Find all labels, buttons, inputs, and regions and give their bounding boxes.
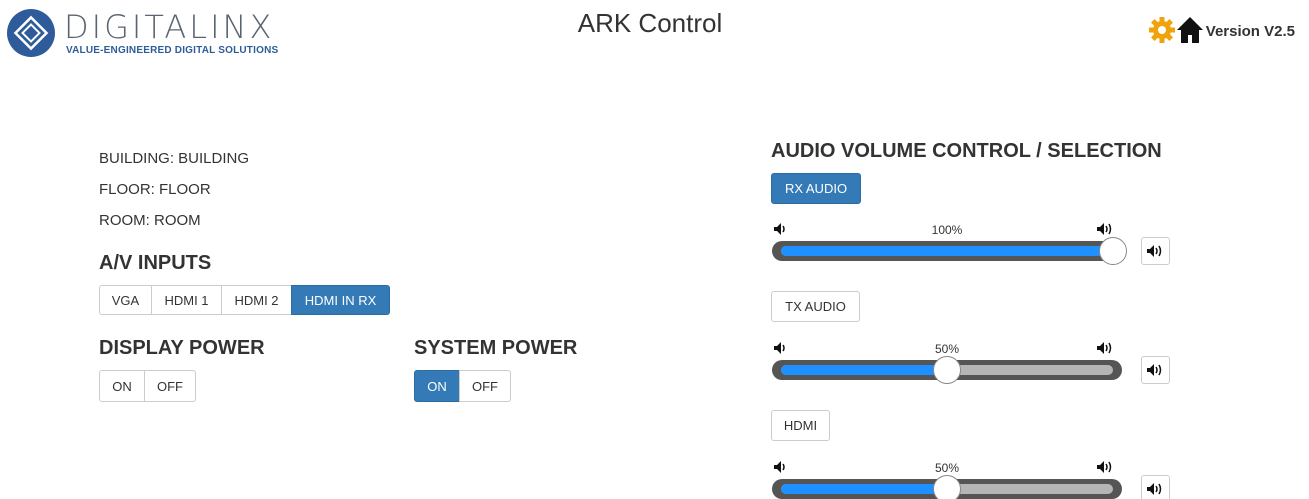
hdmi-audio-volume-value: 50%	[934, 461, 960, 475]
speaker-icon	[1146, 483, 1161, 495]
input-hdmi-in-rx-button[interactable]: HDMI IN RX	[291, 285, 390, 315]
hdmi-audio-mute-button[interactable]	[1141, 475, 1170, 499]
logo-mark-icon	[7, 9, 55, 57]
hdmi-audio-volume: 50%	[772, 461, 1172, 499]
floor-label: FLOOR: FLOOR	[99, 181, 211, 198]
av-inputs-group: VGA HDMI 1 HDMI 2 HDMI IN RX	[99, 285, 390, 315]
system-power-off-button[interactable]: OFF	[459, 370, 511, 402]
system-power-group: ON OFF	[414, 370, 511, 402]
input-hdmi1-button[interactable]: HDMI 1	[151, 285, 222, 315]
input-vga-button[interactable]: VGA	[99, 285, 152, 315]
volume-high-icon	[1097, 342, 1115, 357]
rx-audio-slider-thumb[interactable]	[1099, 237, 1127, 265]
rx-audio-slider-track[interactable]	[772, 241, 1122, 261]
rx-audio-mute-button[interactable]	[1141, 237, 1170, 265]
version-label: Version V2.5	[1205, 23, 1295, 40]
system-power-on-button[interactable]: ON	[414, 370, 460, 402]
tx-audio-slider-thumb[interactable]	[933, 356, 961, 384]
rx-audio-button[interactable]: RX AUDIO	[771, 173, 861, 204]
page-title: ARK Control	[577, 8, 723, 38]
rx-audio-volume-value: 100%	[931, 223, 963, 237]
tx-audio-mute-button[interactable]	[1141, 356, 1170, 384]
logo-tagline: VALUE-ENGINEERED DIGITAL SOLUTIONS	[66, 45, 279, 56]
digitalinx-logo: DIGITALINX VALUE-ENGINEERED DIGITAL SOLU…	[6, 8, 286, 58]
home-icon[interactable]	[1176, 16, 1204, 44]
hdmi-audio-slider-thumb[interactable]	[933, 475, 961, 499]
display-power-title: DISPLAY POWER	[99, 337, 265, 359]
speaker-icon	[1146, 364, 1161, 376]
display-power-group: ON OFF	[99, 370, 196, 402]
rx-audio-slider-fill	[781, 246, 1113, 256]
tx-audio-volume-value: 50%	[934, 342, 960, 356]
tx-audio-slider-fill	[781, 365, 947, 375]
header-actions: Version V2.5	[1148, 8, 1295, 44]
logo-wordmark: DIGITALINX	[64, 8, 275, 46]
tx-audio-button[interactable]: TX AUDIO	[771, 291, 860, 322]
volume-high-icon	[1097, 461, 1115, 476]
input-hdmi2-button[interactable]: HDMI 2	[221, 285, 292, 315]
av-inputs-title: A/V INPUTS	[99, 252, 212, 274]
room-label: ROOM: ROOM	[99, 212, 201, 229]
hdmi-audio-button[interactable]: HDMI	[771, 410, 830, 441]
display-power-on-button[interactable]: ON	[99, 370, 145, 402]
ark-control-page: DIGITALINX VALUE-ENGINEERED DIGITAL SOLU…	[0, 0, 1309, 499]
rx-audio-volume: 100%	[772, 223, 1172, 265]
volume-high-icon	[1097, 223, 1115, 238]
building-label: BUILDING: BUILDING	[99, 150, 250, 167]
audio-section-title: AUDIO VOLUME CONTROL / SELECTION	[771, 140, 1162, 162]
hdmi-audio-slider-fill	[781, 484, 947, 494]
speaker-icon	[1146, 245, 1161, 257]
gear-icon[interactable]	[1148, 16, 1176, 44]
tx-audio-volume: 50%	[772, 342, 1172, 384]
display-power-off-button[interactable]: OFF	[144, 370, 196, 402]
system-power-title: SYSTEM POWER	[414, 337, 578, 359]
